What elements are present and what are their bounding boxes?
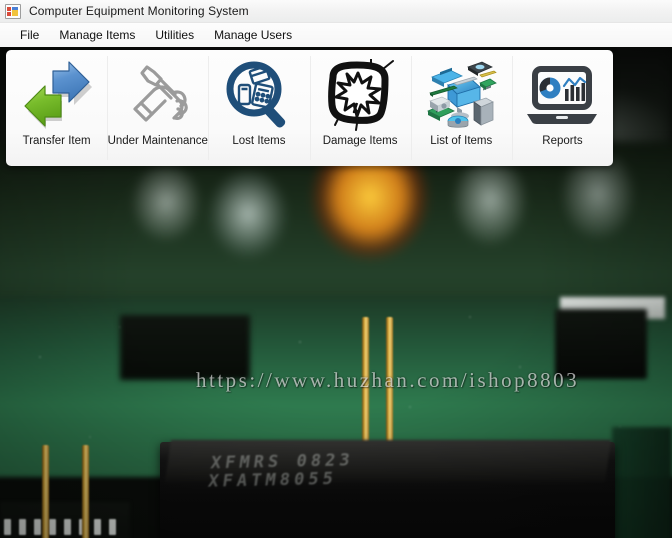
window-title: Computer Equipment Monitoring System: [29, 4, 249, 18]
menu-manage-items[interactable]: Manage Items: [49, 25, 145, 45]
app-window-icon: [5, 3, 21, 19]
toolbar-label-list-of-items: List of Items: [430, 135, 493, 147]
menu-bar: File Manage Items Utilities Manage Users: [0, 23, 672, 47]
laptop-charts-icon: [523, 56, 601, 134]
toolbar-button-reports[interactable]: Reports: [511, 50, 613, 166]
toolbar-label-under-maintenance: Under Maintenance: [107, 135, 208, 147]
menu-utilities[interactable]: Utilities: [145, 25, 204, 45]
toolbar-label-damage-items: Damage Items: [322, 135, 398, 147]
toolbar-button-lost-items[interactable]: Lost Items: [208, 50, 309, 166]
toolbar-button-under-maintenance[interactable]: Under Maintenance: [107, 50, 208, 166]
toolbar-label-reports: Reports: [542, 135, 583, 147]
toolbar-button-transfer-item[interactable]: Transfer Item: [6, 50, 107, 166]
magnifying-glass-items-icon: [220, 56, 298, 134]
transfer-arrows-icon: [18, 56, 96, 134]
application-window: Computer Equipment Monitoring System Fil…: [0, 0, 672, 538]
title-bar: Computer Equipment Monitoring System: [0, 0, 672, 23]
toolbar-button-list-of-items[interactable]: List of Items: [410, 50, 512, 166]
menu-file[interactable]: File: [10, 25, 49, 45]
hand-wrench-icon: [119, 56, 197, 134]
toolbar-label-lost-items: Lost Items: [232, 135, 286, 147]
computer-parts-icon: [422, 56, 500, 134]
broken-screen-icon: [321, 56, 399, 134]
toolbar-button-damage-items[interactable]: Damage Items: [309, 50, 411, 166]
menu-manage-users[interactable]: Manage Users: [204, 25, 302, 45]
main-toolbar: Transfer Item Under Maintenance Lost Ite…: [6, 50, 613, 166]
toolbar-label-transfer-item: Transfer Item: [22, 135, 91, 147]
